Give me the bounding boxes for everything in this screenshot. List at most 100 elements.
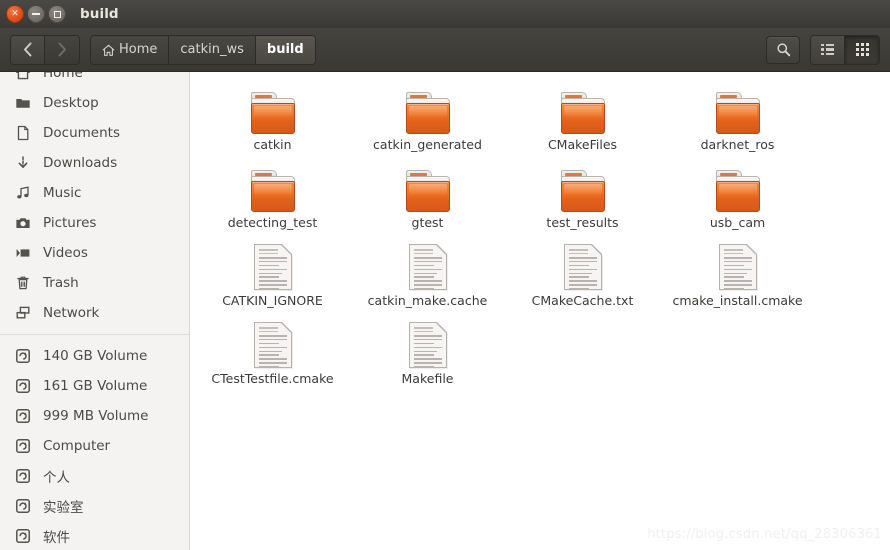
file-item[interactable]: gtest <box>350 160 505 238</box>
file-item[interactable]: Makefile <box>350 316 505 394</box>
file-item[interactable]: test_results <box>505 160 660 238</box>
file-item[interactable]: catkin_generated <box>350 82 505 160</box>
drive-icon <box>14 498 31 515</box>
folder-icon <box>404 170 452 212</box>
file-icon-wrap <box>714 84 762 134</box>
file-item[interactable]: detecting_test <box>195 160 350 238</box>
sidebar-item-home[interactable]: Home <box>0 72 189 88</box>
window-title: build <box>80 6 119 22</box>
breadcrumb-item-catkin-ws[interactable]: catkin_ws <box>169 35 256 64</box>
sidebar-item-pictures[interactable]: Pictures <box>0 208 189 238</box>
sidebar-label-pictures: Pictures <box>43 215 97 231</box>
sidebar-item-network[interactable]: Network <box>0 298 189 328</box>
file-icon-wrap <box>249 162 297 212</box>
maximize-icon <box>53 10 61 18</box>
file-icon-wrap <box>249 84 297 134</box>
sidebar-item-shiyanshi[interactable]: 实验室 <box>0 491 189 521</box>
file-label: usb_cam <box>709 215 766 230</box>
folder-icon <box>404 92 452 134</box>
sidebar-label-volume-140gb: 140 GB Volume <box>43 348 148 364</box>
file-item[interactable]: CMakeFiles <box>505 82 660 160</box>
breadcrumb-label-catkin-ws: catkin_ws <box>180 42 244 57</box>
document-icon <box>408 321 448 368</box>
grid-view-button[interactable] <box>845 35 879 64</box>
file-item[interactable]: catkin <box>195 82 350 160</box>
file-label: Makefile <box>401 371 454 386</box>
folder-icon <box>249 170 297 212</box>
title-bar: ✕ build <box>0 0 890 28</box>
video-icon <box>14 245 31 262</box>
file-label: CMakeCache.txt <box>531 293 634 308</box>
sidebar-label-music: Music <box>43 185 82 201</box>
drive-icon <box>14 438 31 455</box>
list-view-button[interactable] <box>811 35 845 64</box>
breadcrumb-item-home[interactable]: Home <box>91 35 170 64</box>
file-icon-wrap <box>559 162 607 212</box>
file-icon-wrap <box>408 240 448 290</box>
folder-icon <box>249 92 297 134</box>
sidebar-item-desktop[interactable]: Desktop <box>0 88 189 118</box>
sidebar-label-ruanjian: 软件 <box>43 530 70 546</box>
drive-icon <box>14 468 31 485</box>
sidebar-label-videos: Videos <box>43 245 88 261</box>
music-note-icon <box>14 185 31 202</box>
file-label: catkin_generated <box>373 137 482 152</box>
forward-button[interactable] <box>45 35 79 64</box>
file-grid: catkin catkin_generated CMakeFiles darknet_… <box>190 82 890 394</box>
close-button[interactable]: ✕ <box>6 5 24 23</box>
file-label: catkin_make.cache <box>367 293 488 308</box>
sidebar-item-downloads[interactable]: Downloads <box>0 148 189 178</box>
file-item[interactable]: catkin_make.cache <box>350 238 505 316</box>
sidebar-item-trash[interactable]: Trash <box>0 268 189 298</box>
camera-icon <box>14 215 31 232</box>
folder-icon <box>714 92 762 134</box>
maximize-button[interactable] <box>48 5 66 23</box>
file-item[interactable]: CATKIN_IGNORE <box>195 238 350 316</box>
sidebar-item-ruanjian[interactable]: 软件 <box>0 521 189 550</box>
file-label: gtest <box>411 215 444 230</box>
sidebar[interactable]: Home Desktop Documents Downloads Music P… <box>0 72 190 550</box>
sidebar-item-volume-140gb[interactable]: 140 GB Volume <box>0 341 189 371</box>
file-label: cmake_install.cmake <box>672 293 803 308</box>
file-label: CATKIN_IGNORE <box>222 293 323 308</box>
sidebar-item-volume-161gb[interactable]: 161 GB Volume <box>0 371 189 401</box>
minimize-button[interactable] <box>27 5 45 23</box>
minimize-icon <box>32 13 40 15</box>
network-icon <box>14 305 31 322</box>
file-list-view[interactable]: catkin catkin_generated CMakeFiles darknet_… <box>190 72 890 550</box>
file-label: detecting_test <box>227 215 318 230</box>
document-icon <box>718 243 758 290</box>
breadcrumb-item-build[interactable]: build <box>255 35 315 64</box>
breadcrumb-label-home: Home <box>119 42 158 57</box>
file-label: CTestTestfile.cmake <box>211 371 334 386</box>
file-icon-wrap <box>559 84 607 134</box>
sidebar-item-volume-999mb[interactable]: 999 MB Volume <box>0 401 189 431</box>
watermark-text: https://blog.csdn.net/qq_28306361 <box>647 527 882 542</box>
file-item[interactable]: usb_cam <box>660 160 815 238</box>
sidebar-label-volume-161gb: 161 GB Volume <box>43 378 148 394</box>
file-item[interactable]: darknet_ros <box>660 82 815 160</box>
sidebar-label-desktop: Desktop <box>43 95 99 111</box>
folder-icon <box>559 170 607 212</box>
document-icon <box>563 243 603 290</box>
search-icon <box>776 43 790 57</box>
chevron-right-icon <box>58 42 66 57</box>
window-controls: ✕ <box>6 5 66 23</box>
file-icon-wrap <box>404 162 452 212</box>
sidebar-label-network: Network <box>43 305 100 321</box>
drive-icon <box>14 408 31 425</box>
file-item[interactable]: cmake_install.cmake <box>660 238 815 316</box>
file-item[interactable]: CTestTestfile.cmake <box>195 316 350 394</box>
sidebar-item-computer[interactable]: Computer <box>0 431 189 461</box>
back-button[interactable] <box>11 35 45 64</box>
sidebar-item-music[interactable]: Music <box>0 178 189 208</box>
file-item[interactable]: CMakeCache.txt <box>505 238 660 316</box>
file-icon-wrap <box>714 162 762 212</box>
sidebar-item-geren[interactable]: 个人 <box>0 461 189 491</box>
file-icon-wrap <box>253 318 293 368</box>
sidebar-item-documents[interactable]: Documents <box>0 118 189 148</box>
sidebar-item-videos[interactable]: Videos <box>0 238 189 268</box>
file-icon-wrap <box>718 240 758 290</box>
file-icon-wrap <box>563 240 603 290</box>
search-button[interactable] <box>766 35 800 64</box>
